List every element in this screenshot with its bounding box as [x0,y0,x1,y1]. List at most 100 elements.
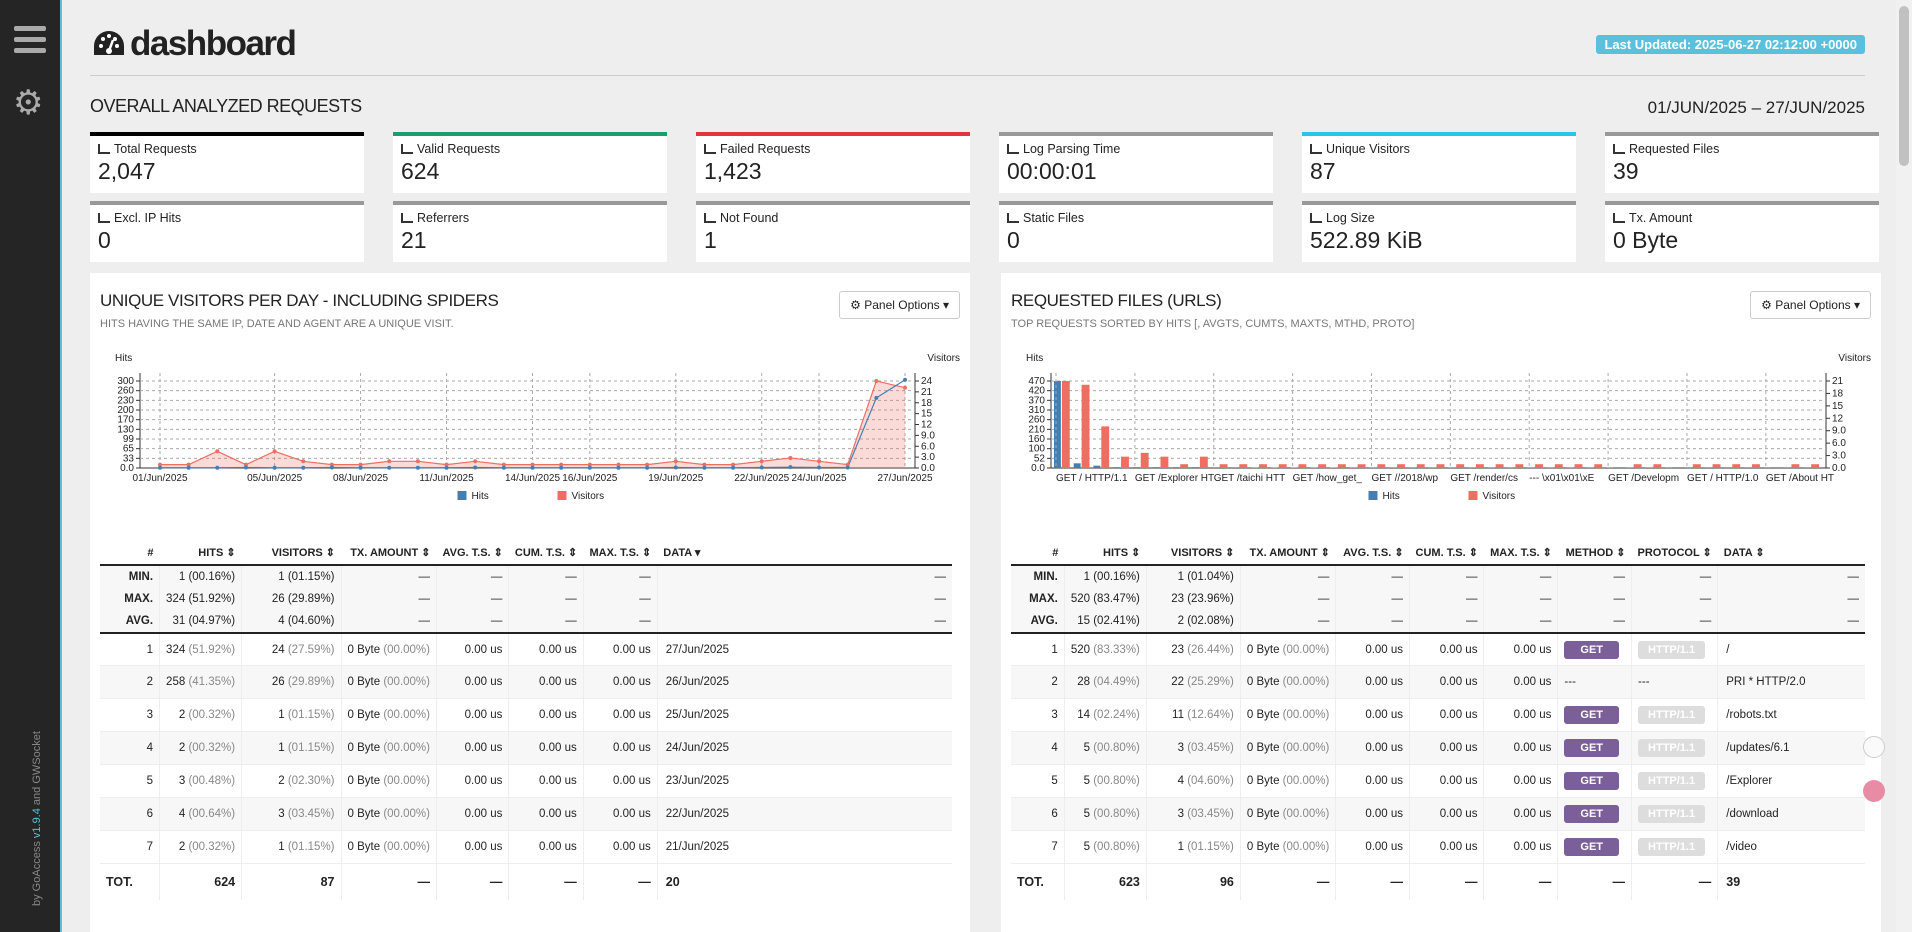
gwsocket-link[interactable]: GWSocket [31,731,43,784]
y-tick-label: 230 [117,395,134,406]
protocol-badge: HTTP/1.1 [1638,739,1706,758]
bar-chart-icon [704,213,716,223]
y-tick-label: 210 [1028,424,1045,435]
column-header[interactable]: DATA ⇕ [1717,541,1865,566]
stats-row: AVG. 15 (02.41%) 2 (02.08%) — — — — — — — [1011,610,1865,634]
metric-label: Requested Files [1613,142,1871,156]
visitors-table: # HITS ⇕ VISITORS ⇕ TX. AMOUNT ⇕ AVG. T.S. ⇕… [100,541,952,900]
y-tick-label: 12 [1832,413,1844,424]
table-row[interactable]: 53 (00.48%) 2 (02.30%) 0 Byte (00.00%) 0.00… [100,764,952,799]
x-tick-label: 27/Jun/2025 [877,473,932,484]
panel-subtitle: TOP REQUESTS SORTED BY HITS [, AVGTS, CU… [1011,318,1415,330]
column-header[interactable]: TX. AMOUNT ⇕ [1240,541,1336,566]
hits-point [645,465,650,470]
bar-chart-icon [401,144,413,154]
visitors-point [903,385,907,390]
column-header[interactable]: VISITORS ⇕ [1146,541,1241,566]
overview-title: OVERALL ANALYZED REQUESTS [90,96,362,116]
visitors-bar [1101,426,1110,468]
metric-card: Static Files 0 [999,201,1273,262]
column-header[interactable]: AVG. T.S. ⇕ [1335,541,1410,566]
visitors-bar [1594,464,1603,468]
visitors-point [272,449,277,454]
requests-chart: Hits Visitors0.05210016021026031037042047… [1026,353,1871,502]
y-tick-label: 170 [117,415,134,426]
translate-icon[interactable] [1863,780,1885,802]
x-tick-label: 16/Jun/2025 [562,473,617,484]
hits-point [215,465,220,470]
table-row[interactable]: 3 14 (02.24%) 11 (12.64%) 0 Byte (00.00%) 0.… [1011,698,1865,733]
table-row[interactable]: 45 (00.80%) 3 (03.45%) 0 Byte (00.00%) 0.00… [1011,731,1865,766]
metric-value: 39 [1613,158,1639,184]
x-tick-label: 19/Jun/2025 [648,473,703,484]
column-header[interactable]: CUM. T.S. ⇕ [1409,541,1484,566]
visitors-bar [1475,464,1484,468]
column-header[interactable]: METHOD ⇕ [1557,541,1632,566]
panel-options-button[interactable]: ⚙ Panel Options ▾ [1750,291,1871,319]
table-row[interactable]: 1 324 (51.92%) 24 (27.59%) 0 Byte (00.00%) 0… [100,632,952,667]
bar-chart-icon [401,213,413,223]
stats-row: MIN. 1 (00.16%) 1 (01.15%) — — — — — [100,565,952,588]
y-tick-label: 0.0 [1031,463,1045,474]
visitors-point [215,449,220,454]
metric-card: Total Requests 2,047 [90,132,364,193]
column-header[interactable]: AVG. T.S. ⇕ [436,541,509,566]
version-link[interactable]: v1.9.4 [31,808,43,838]
column-header[interactable]: VISITORS ⇕ [241,541,342,566]
column-header[interactable]: PROTOCOL ⇕ [1631,541,1718,566]
table-row[interactable]: 32 (00.32%) 1 (01.15%) 0 Byte (00.00%) 0.00… [100,698,952,733]
y-tick-label: 6.0 [921,441,935,452]
protocol-badge: HTTP/1.1 [1638,706,1706,725]
scan-icon[interactable] [1863,736,1885,758]
scrollbar[interactable] [1896,0,1912,932]
visitors-bar [1318,464,1327,468]
requests-table: # HITS ⇕ VISITORS ⇕ TX. AMOUNT ⇕ AVG. T.S. ⇕… [1011,541,1865,900]
date-range: 01/JUN/2025 – 27/JUN/2025 [1647,98,1865,117]
y-tick-label: 21 [921,387,933,398]
hits-bar [1251,467,1259,468]
column-header[interactable]: HITS ⇕ [1064,541,1147,566]
visitors-bar [1653,464,1662,468]
hits-bar [1093,465,1101,468]
x-tick-label: 14/Jun/2025 [505,473,560,484]
y-tick-label: 260 [1028,415,1045,426]
main-content: dashboard Last Updated: 2025-06-27 02:12… [62,0,1893,932]
hits-bar [1073,463,1081,468]
bar-chart-icon [1007,144,1019,154]
table-row[interactable]: 72 (00.32%) 1 (01.15%) 0 Byte (00.00%) 0.00… [100,830,952,865]
menu-icon[interactable] [14,26,46,59]
table-row[interactable]: 2 258 (41.35%) 26 (29.89%) 0 Byte (00.00%) 0… [100,665,952,700]
metric-value: 0 [98,227,111,253]
visitors-bar [1180,464,1189,468]
visitors-bar [1219,464,1228,468]
visitors-point [817,459,822,464]
gear-icon[interactable]: ⚙ [13,86,43,120]
table-row[interactable]: 42 (00.32%) 1 (01.15%) 0 Byte (00.00%) 0.00… [100,731,952,766]
table-row[interactable]: 75 (00.80%) 1 (01.15%) 0 Byte (00.00%) 0.00… [1011,830,1865,865]
metric-value: 0 [1007,227,1020,253]
hits-bar [1330,467,1337,468]
method-badge: GET [1564,640,1620,659]
column-header[interactable]: CUM. T.S. ⇕ [508,541,584,566]
app-logo: dashboard [92,24,297,64]
y-axis-label: Visitors [927,353,960,364]
table-row[interactable]: 55 (00.80%) 4 (04.60%) 0 Byte (00.00%) 0.00… [1011,764,1865,799]
column-header[interactable]: TX. AMOUNT ⇕ [341,541,437,566]
table-row[interactable]: 2 28 (04.49%) 22 (25.29%) 0 Byte (00.00%) 0.… [1011,665,1865,700]
table-row[interactable]: 64 (00.64%) 3 (03.45%) 0 Byte (00.00%) 0.00… [100,797,952,832]
column-header[interactable]: MAX. T.S. ⇕ [583,541,658,566]
panel-title: UNIQUE VISITORS PER DAY - INCLUDING SPID… [100,291,499,310]
hits-point [473,465,478,470]
goaccess-link[interactable]: GoAccess [31,841,43,891]
protocol-badge: HTTP/1.1 [1638,640,1706,659]
legend-label: Visitors [572,491,605,502]
visitors-bar [1199,456,1208,468]
table-row[interactable]: 1 520 (83.33%) 23 (26.44%) 0 Byte (00.00%) 0… [1011,632,1865,667]
column-header[interactable]: MAX. T.S. ⇕ [1483,541,1558,566]
metric-value: 1,423 [704,158,762,184]
visitors-point [759,459,764,464]
panel-options-button[interactable]: ⚙ Panel Options ▾ [839,291,960,319]
column-header[interactable]: HITS ⇕ [159,541,242,566]
column-header[interactable]: DATA ▾ [657,541,952,566]
table-row[interactable]: 65 (00.80%) 3 (03.45%) 0 Byte (00.00%) 0.00… [1011,797,1865,832]
